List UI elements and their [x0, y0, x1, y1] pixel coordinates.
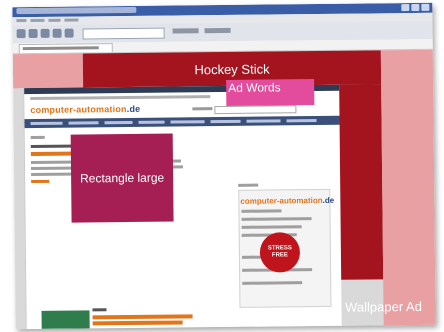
refresh-icon[interactable]	[52, 28, 62, 38]
window-controls	[401, 3, 430, 12]
menu-item[interactable]	[30, 18, 45, 23]
browser-tab[interactable]	[18, 43, 113, 54]
rectangle-large-ad[interactable]: Rectangle large	[70, 133, 174, 223]
badge-text: STRESS FREE	[267, 245, 292, 259]
toolbar-item[interactable]	[204, 27, 231, 34]
sidebar-label	[238, 183, 259, 187]
toolbar-item[interactable]	[172, 28, 199, 34]
minimize-icon[interactable]	[401, 4, 410, 12]
teaser-kicker	[92, 308, 107, 312]
ad-words-label: Ad Words	[228, 80, 281, 95]
site-logo[interactable]: computer-automation.de	[30, 104, 140, 115]
sidebar-text-line	[241, 209, 282, 213]
hockey-stick-label: Hockey Stick	[194, 61, 270, 77]
site-logo-domain: .de	[126, 103, 141, 115]
back-icon[interactable]	[16, 29, 26, 39]
sidebar-logo-domain: .de	[322, 195, 335, 205]
browser-screenshot: Hockey Stick Wallpaper Ad computer-autom…	[12, 2, 436, 330]
sidebar-text-line	[242, 281, 303, 285]
wallpaper-ad[interactable]	[380, 49, 436, 326]
window-title	[16, 6, 137, 15]
main-nav	[24, 115, 340, 129]
search-label	[192, 107, 213, 111]
teaser-headline[interactable]	[92, 314, 193, 320]
nav-item[interactable]	[104, 120, 133, 125]
more-link[interactable]	[31, 179, 50, 184]
teaser-headline[interactable]	[92, 320, 183, 326]
nav-item[interactable]	[170, 120, 205, 124]
menu-item[interactable]	[16, 19, 27, 23]
sidebar-logo[interactable]: computer-automation.de	[240, 196, 334, 206]
nav-item[interactable]	[210, 119, 241, 124]
wallpaper-ad-label: Wallpaper Ad	[344, 298, 422, 315]
article-thumbnail[interactable]	[41, 310, 90, 329]
rectangle-large-label: Rectangle large	[80, 170, 165, 186]
nav-item[interactable]	[138, 120, 165, 124]
breadcrumb[interactable]	[30, 95, 211, 101]
forward-icon[interactable]	[28, 28, 38, 39]
stress-free-badge[interactable]: STRESS FREE	[259, 232, 301, 273]
nav-item[interactable]	[246, 119, 281, 123]
menu-item[interactable]	[64, 18, 79, 22]
section-label	[30, 135, 45, 140]
wallpaper-ad-left[interactable]	[12, 53, 84, 89]
search-input[interactable]	[214, 105, 297, 115]
hockey-stick-ad-vertical[interactable]	[338, 84, 384, 280]
maximize-icon[interactable]	[411, 3, 420, 12]
address-bar[interactable]	[82, 27, 165, 40]
tab-title	[22, 46, 99, 51]
close-icon[interactable]	[421, 3, 430, 11]
sidebar-text-line	[241, 225, 302, 229]
stop-icon[interactable]	[40, 28, 50, 38]
menu-item[interactable]	[48, 18, 61, 22]
nav-item[interactable]	[68, 121, 99, 125]
nav-item[interactable]	[30, 121, 63, 126]
nav-item[interactable]	[286, 119, 317, 123]
site-logo-text: computer-automation	[30, 104, 127, 116]
sidebar-logo-text: computer-automation	[240, 195, 323, 206]
home-icon[interactable]	[64, 28, 74, 38]
